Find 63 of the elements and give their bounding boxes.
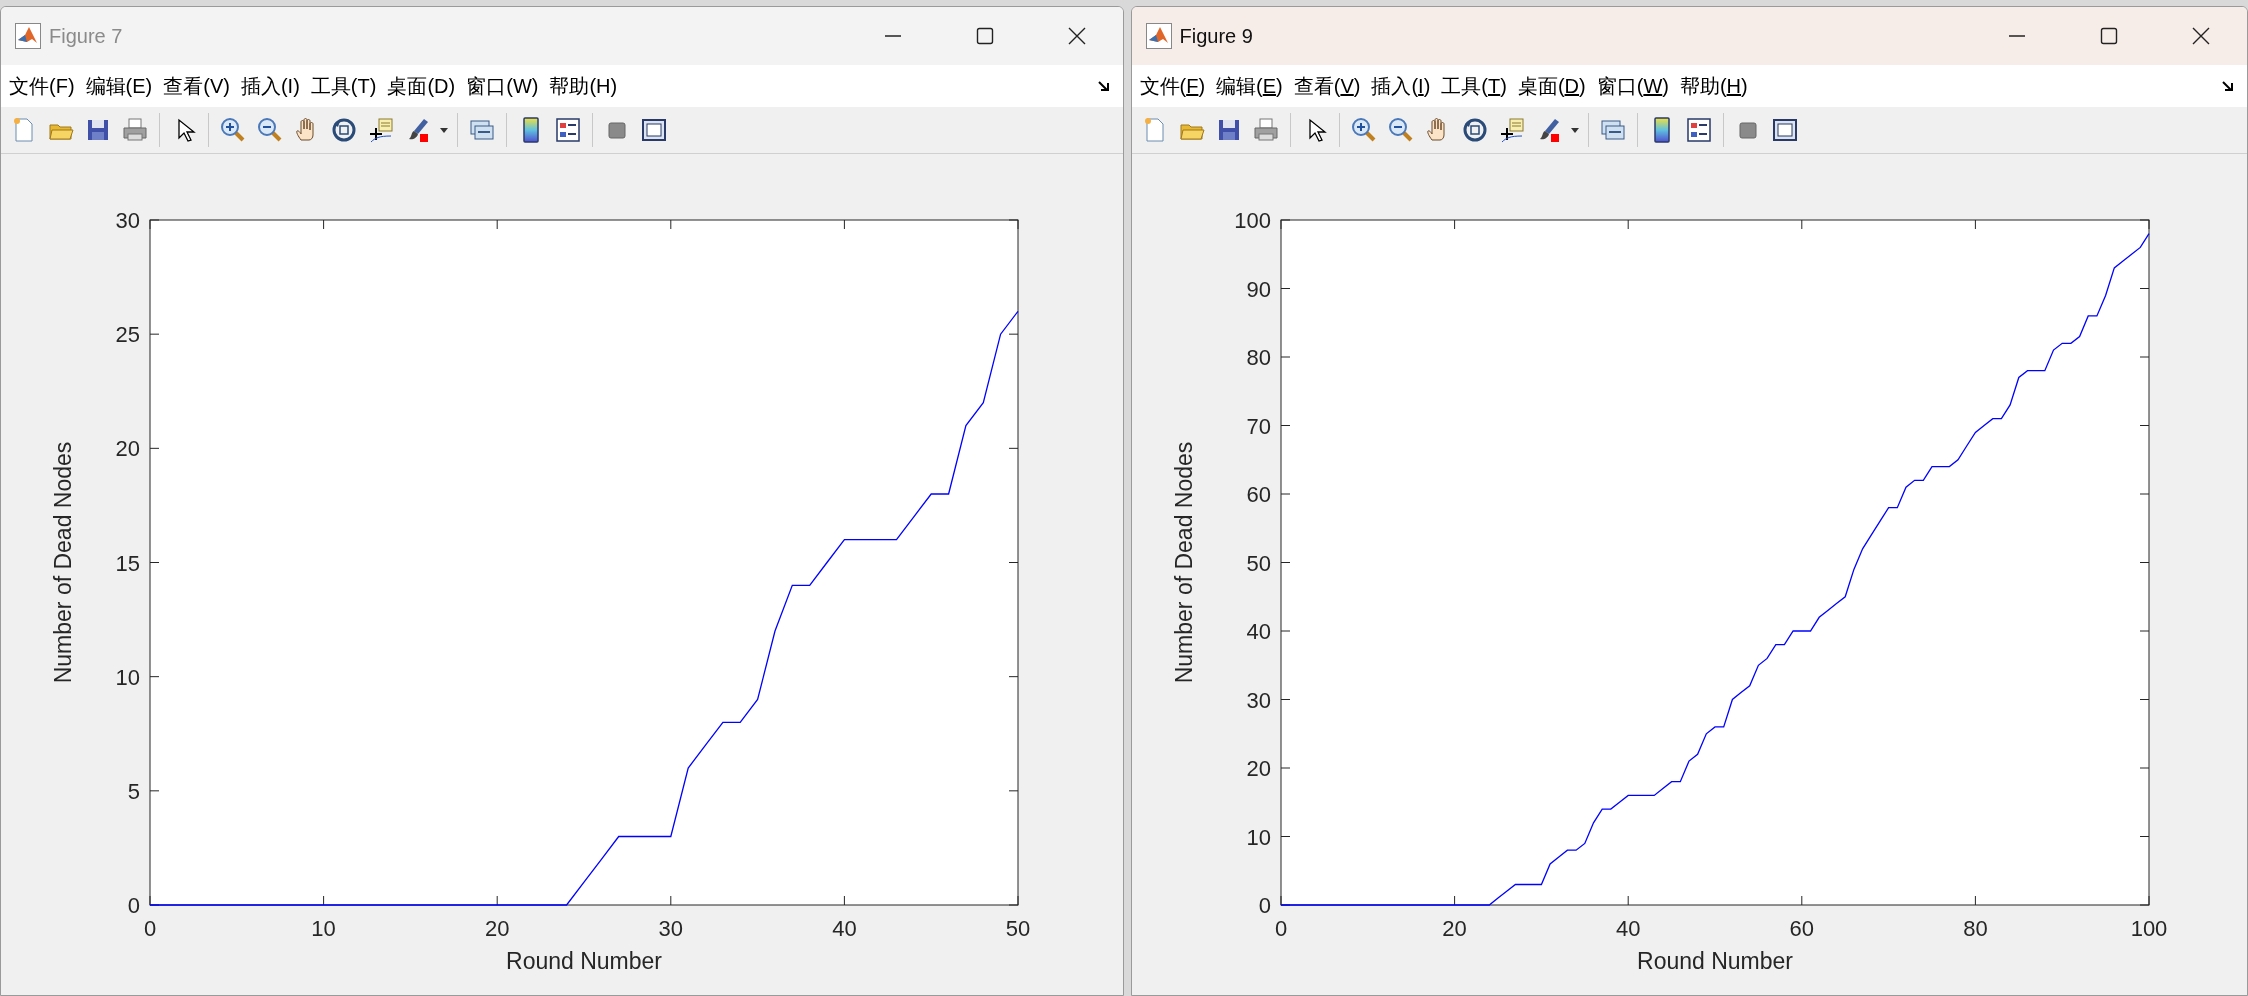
y-tick-label: 0 bbox=[127, 893, 140, 918]
data-cursor-icon[interactable] bbox=[367, 116, 395, 145]
y-tick-label: 0 bbox=[1258, 893, 1271, 918]
y-tick-label: 100 bbox=[1233, 208, 1271, 233]
menu-item[interactable]: 工具(T) bbox=[310, 72, 377, 100]
menu-item[interactable]: 查看(V) bbox=[1293, 72, 1361, 100]
x-axis-label: Round Number bbox=[506, 948, 662, 974]
menu-item[interactable]: 编辑(E) bbox=[85, 72, 153, 100]
y-tick-label: 5 bbox=[127, 778, 140, 804]
y-tick-label: 30 bbox=[115, 208, 140, 233]
x-tick-label: 0 bbox=[143, 916, 157, 941]
menu-item[interactable]: 工具(T) bbox=[1441, 72, 1507, 100]
close-icon[interactable] bbox=[2191, 26, 2211, 46]
x-tick-label: 80 bbox=[1962, 916, 1988, 941]
y-tick-label: 10 bbox=[1246, 824, 1271, 850]
y-tick-label: 10 bbox=[115, 664, 140, 690]
window-title: Figure 7 bbox=[49, 24, 123, 48]
x-tick-label: 30 bbox=[658, 916, 684, 941]
x-tick-label: 100 bbox=[2130, 916, 2167, 941]
y-tick-label: 25 bbox=[115, 322, 140, 348]
menu-item[interactable]: 帮助(H) bbox=[1679, 72, 1748, 100]
menu-item[interactable]: 桌面(D) bbox=[1517, 72, 1586, 100]
x-tick-label: 40 bbox=[1615, 916, 1640, 941]
y-tick-label: 60 bbox=[1246, 482, 1271, 507]
menu-item[interactable]: 编辑(E) bbox=[1216, 72, 1283, 100]
legend-icon[interactable] bbox=[1684, 116, 1713, 145]
matlab-logo-icon bbox=[1145, 23, 1172, 49]
y-tick-label: 30 bbox=[1246, 687, 1271, 713]
y-tick-label: 90 bbox=[1246, 276, 1271, 302]
menu-item[interactable]: 帮助(H) bbox=[549, 72, 618, 100]
menu-item[interactable]: 文件(F) bbox=[1139, 72, 1206, 100]
close-icon[interactable] bbox=[1066, 26, 1087, 46]
x-tick-label: 20 bbox=[484, 916, 510, 941]
y-axis-label: Number of Dead Nodes bbox=[1170, 441, 1197, 684]
y-tick-label: 70 bbox=[1246, 413, 1271, 439]
y-tick-label: 15 bbox=[115, 550, 140, 576]
x-axis-label: Round Number bbox=[1636, 948, 1793, 974]
y-tick-label: 20 bbox=[1246, 756, 1271, 781]
y-tick-label: 80 bbox=[1246, 345, 1271, 370]
y-axis-label: Number of Dead Nodes bbox=[50, 441, 76, 684]
y-tick-label: 40 bbox=[1246, 619, 1271, 644]
menu-item[interactable]: 插入(I) bbox=[240, 72, 300, 100]
menu-item[interactable]: 窗口(W) bbox=[466, 72, 539, 100]
x-tick-label: 60 bbox=[1789, 916, 1814, 941]
maximize-icon[interactable] bbox=[2099, 26, 2119, 46]
dock-arrow-icon[interactable] bbox=[2221, 79, 2235, 94]
x-tick-label: 10 bbox=[311, 916, 336, 941]
x-tick-label: 40 bbox=[832, 916, 857, 941]
x-tick-label: 0 bbox=[1274, 916, 1287, 941]
y-tick-label: 50 bbox=[1246, 550, 1271, 576]
menu-item[interactable]: 文件(F) bbox=[9, 72, 75, 100]
menu-item[interactable]: 窗口(W) bbox=[1596, 72, 1669, 100]
window-title: Figure 9 bbox=[1179, 24, 1253, 48]
legend-icon[interactable] bbox=[554, 116, 582, 145]
y-tick-label: 20 bbox=[115, 436, 140, 462]
x-tick-label: 20 bbox=[1441, 916, 1467, 941]
maximize-icon[interactable] bbox=[974, 26, 995, 46]
matlab-logo-icon bbox=[15, 23, 41, 49]
menu-item[interactable]: 插入(I) bbox=[1371, 72, 1431, 100]
menu-item[interactable]: 桌面(D) bbox=[387, 72, 456, 100]
menu-item[interactable]: 查看(V) bbox=[163, 72, 230, 100]
x-tick-label: 50 bbox=[1005, 916, 1031, 941]
dock-arrow-icon[interactable] bbox=[1096, 79, 1111, 94]
